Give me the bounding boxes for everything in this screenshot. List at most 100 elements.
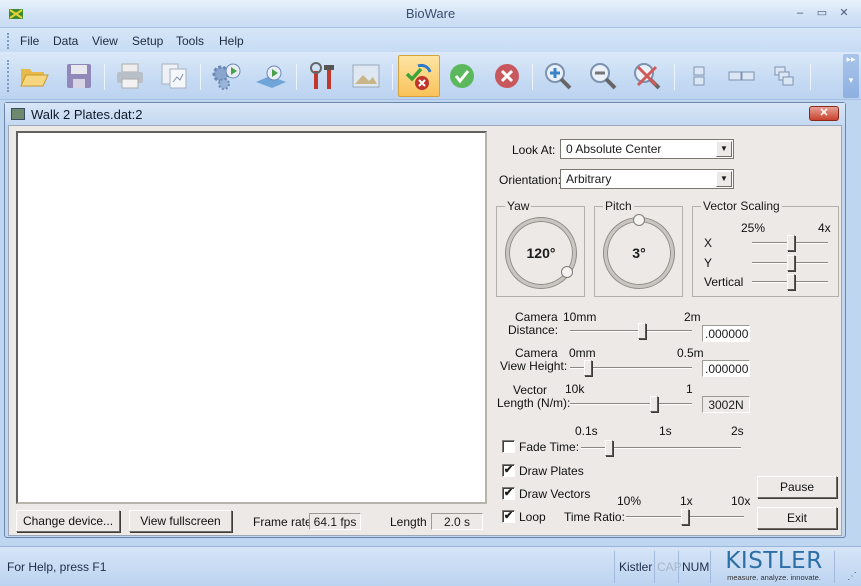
title-bar: BioWare – ▭ ✕ — [0, 0, 861, 28]
vector-length-slider[interactable] — [570, 394, 692, 414]
pitch-dial-knob[interactable] — [633, 214, 645, 226]
fade-time-tick-min: 0.1s — [575, 424, 598, 438]
document-icon — [11, 108, 25, 120]
pitch-value: 3° — [632, 245, 646, 261]
document-close-button[interactable]: ✕ — [809, 106, 839, 121]
window-title: BioWare — [405, 6, 456, 21]
camera-distance-slider[interactable] — [570, 321, 692, 341]
toolbar-separator — [104, 64, 105, 90]
document-body: Change device... View fullscreen Frame r… — [8, 125, 842, 536]
vector-length-value: 3002N — [702, 396, 750, 413]
menu-bar: File Data View Setup Tools Help — [0, 28, 861, 52]
slider-thumb[interactable] — [787, 255, 796, 271]
camera-distance-label-1: Camera — [515, 310, 558, 324]
pitch-dial[interactable]: 3° — [604, 214, 674, 288]
change-device-button[interactable]: Change device... — [16, 510, 120, 532]
time-ratio-label: Time Ratio: — [564, 510, 625, 524]
vector-scaling-y-slider[interactable] — [752, 253, 828, 273]
playback-button[interactable] — [253, 58, 289, 94]
status-divider — [678, 551, 679, 583]
fade-time-checkbox[interactable] — [502, 440, 515, 453]
camera-view-height-slider[interactable] — [570, 358, 692, 378]
validate-button[interactable] — [398, 55, 440, 97]
look-at-select[interactable]: 0 Absolute Center ▼ — [560, 139, 734, 159]
pause-button[interactable]: Pause — [757, 476, 837, 498]
zoom-in-button[interactable] — [540, 58, 576, 94]
vector-scaling-x-slider[interactable] — [752, 233, 828, 253]
camera-distance-input[interactable]: .000000 — [702, 325, 750, 342]
menu-setup[interactable]: Setup — [132, 34, 163, 48]
chevron-down-icon[interactable]: ▼ — [716, 171, 732, 187]
chevron-down-icon[interactable]: ▼ — [716, 141, 732, 157]
print-button[interactable] — [112, 58, 148, 94]
cascade-button[interactable] — [766, 58, 802, 94]
menu-view[interactable]: View — [92, 34, 118, 48]
draw-vectors-checkbox[interactable]: ✔ — [502, 487, 515, 500]
3d-viewport[interactable] — [16, 131, 487, 504]
toolbar-separator — [674, 64, 675, 90]
menu-data[interactable]: Data — [53, 34, 78, 48]
minimize-button[interactable]: – — [791, 6, 809, 20]
time-ratio-slider[interactable] — [626, 507, 744, 527]
slider-thumb[interactable] — [605, 440, 614, 456]
resize-grip-icon[interactable]: ⋰ — [847, 571, 857, 582]
slider-thumb[interactable] — [681, 509, 689, 525]
fade-time-label: Fade Time: — [519, 440, 580, 454]
document-title: Walk 2 Plates.dat:2 — [31, 107, 143, 122]
cascade-icon — [774, 66, 794, 86]
menu-tools[interactable]: Tools — [176, 34, 204, 48]
accept-button[interactable] — [444, 58, 480, 94]
toolbar-separator — [392, 64, 393, 90]
yaw-dial-knob[interactable] — [561, 266, 573, 278]
print-preview-button[interactable] — [156, 58, 192, 94]
menu-help[interactable]: Help — [219, 34, 244, 48]
menu-file[interactable]: File — [20, 34, 39, 48]
gears-play-icon — [212, 63, 241, 90]
camera-view-height-input[interactable]: .000000 r — [702, 360, 750, 377]
vector-scaling-vertical-slider[interactable] — [752, 272, 828, 292]
image-button[interactable] — [348, 58, 384, 94]
toolbar-separator — [200, 64, 201, 90]
menu-grip[interactable] — [7, 33, 9, 49]
tools-button[interactable] — [304, 58, 340, 94]
toolbar-overflow-button[interactable]: ▸▸ ▾ — [843, 54, 859, 98]
orientation-select[interactable]: Arbitrary ▼ — [560, 169, 734, 189]
slider-thumb[interactable] — [638, 323, 647, 339]
loop-checkbox[interactable]: ✔ — [502, 510, 515, 523]
view-fullscreen-button[interactable]: View fullscreen — [129, 510, 232, 532]
status-user: Kistler — [619, 560, 653, 574]
slider-thumb[interactable] — [583, 360, 592, 376]
exit-button[interactable]: Exit — [757, 507, 837, 529]
status-help-text: For Help, press F1 — [7, 560, 107, 574]
reject-button[interactable] — [489, 58, 525, 94]
zoom-out-icon — [590, 63, 617, 90]
kistler-logo: KISTLER measure. analyze. innovate. — [724, 549, 824, 583]
length-label: Length — [390, 515, 427, 529]
print-preview-icon — [161, 63, 187, 89]
camera-view-height-label-2: View Height: — [500, 359, 568, 373]
slider-thumb[interactable] — [787, 274, 796, 290]
open-button[interactable] — [16, 58, 52, 94]
vector-scaling-vertical-label: Vertical — [704, 275, 744, 289]
tile-vertical-button[interactable] — [724, 58, 760, 94]
chevron-down-icon: ▾ — [848, 75, 854, 85]
status-divider — [654, 551, 655, 583]
check-cross-sync-icon — [405, 63, 432, 90]
tile-horizontal-button[interactable] — [681, 58, 717, 94]
zoom-reset-button[interactable] — [629, 58, 665, 94]
yaw-dial[interactable]: 120° — [506, 218, 576, 288]
slider-thumb[interactable] — [787, 235, 796, 251]
floppy-disk-icon — [67, 64, 91, 88]
maximize-button[interactable]: ▭ — [813, 6, 831, 20]
zoom-in-icon — [545, 63, 572, 90]
start-acquisition-button[interactable] — [208, 58, 244, 94]
draw-plates-checkbox[interactable]: ✔ — [502, 464, 515, 477]
close-button[interactable]: ✕ — [835, 6, 853, 20]
slider-thumb[interactable] — [649, 396, 658, 412]
save-button[interactable] — [61, 58, 97, 94]
vector-scaling-label: Vector Scaling — [701, 199, 782, 213]
fade-time-slider[interactable] — [581, 438, 741, 458]
tile-horizontal-icon — [693, 66, 705, 86]
toolbar-grip[interactable] — [7, 60, 9, 92]
zoom-out-button[interactable] — [585, 58, 621, 94]
